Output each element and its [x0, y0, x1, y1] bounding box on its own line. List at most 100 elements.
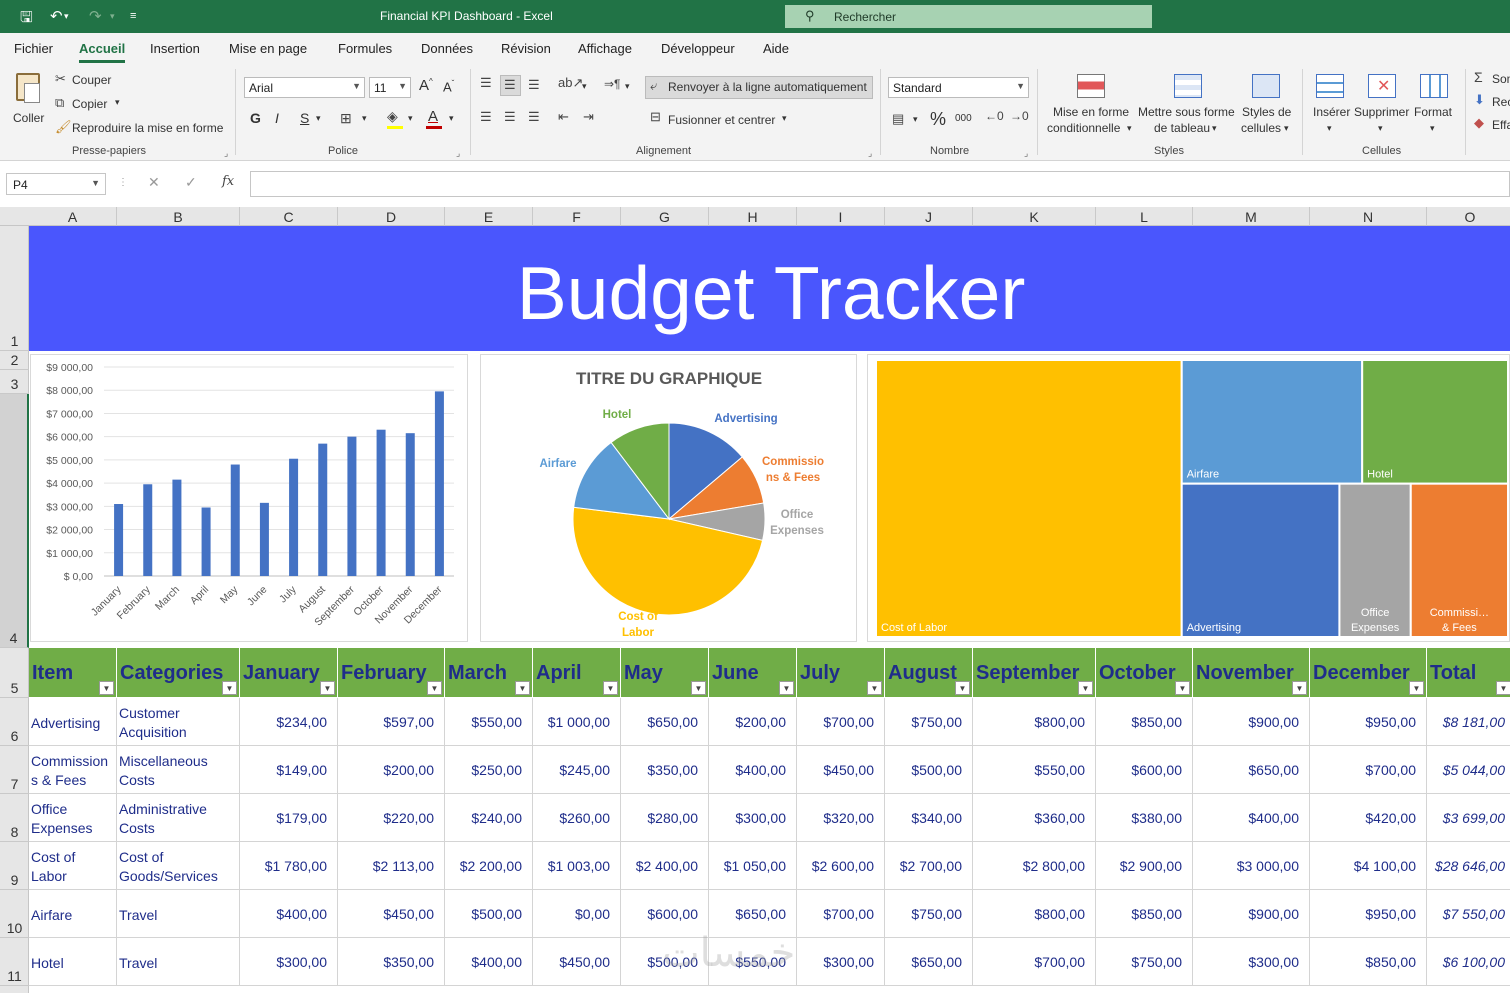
table-cell-value[interactable]: $800,00	[973, 698, 1096, 746]
row-header-2[interactable]: 2	[0, 351, 29, 370]
table-cell-item[interactable]: Commission s & Fees	[29, 746, 117, 794]
italic-button[interactable]: I	[275, 110, 279, 126]
table-cell-value[interactable]: $850,00	[1096, 890, 1193, 938]
fill-icon[interactable]: ⬇	[1474, 92, 1485, 108]
fill-button[interactable]: Rec	[1492, 95, 1510, 109]
table-cell-value[interactable]: $650,00	[885, 938, 973, 986]
delete-cells-button[interactable]: ✕ Supprimer ▾	[1352, 71, 1412, 143]
font-color-dropdown-icon[interactable]: ▾	[449, 113, 454, 124]
align-center-icon[interactable]: ☰	[504, 109, 516, 125]
align-top-icon[interactable]: ☰	[480, 75, 492, 91]
row-header-7[interactable]: 7	[0, 746, 29, 794]
table-cell-value[interactable]: $149,00	[240, 746, 338, 794]
name-box[interactable]: P4 ▼	[6, 173, 106, 195]
table-cell-value[interactable]: $750,00	[1096, 938, 1193, 986]
table-cell-value[interactable]: $600,00	[1096, 746, 1193, 794]
table-cell-value[interactable]: $200,00	[709, 698, 797, 746]
column-header-K[interactable]: K	[973, 207, 1096, 226]
table-cell-item[interactable]: Airfare	[29, 890, 117, 938]
orientation-icon[interactable]: ab↗	[558, 75, 583, 91]
number-format-select[interactable]: Standard ▼	[888, 77, 1029, 98]
column-header-G[interactable]: G	[621, 207, 709, 226]
table-cell-value[interactable]: $0,00	[533, 890, 621, 938]
format-painter-button[interactable]: Reproduire la mise en forme	[72, 121, 223, 135]
table-cell-value[interactable]: $420,00	[1310, 794, 1427, 842]
undo-dropdown-icon[interactable]: ▾	[64, 11, 69, 22]
paragraph-dropdown-icon[interactable]: ▾	[625, 81, 630, 92]
clipboard-dialog-launcher[interactable]: ⌟	[224, 148, 228, 159]
filter-dropdown-icon[interactable]: ▼	[1078, 681, 1093, 695]
table-cell-value[interactable]: $2 113,00	[338, 842, 445, 890]
table-cell-category[interactable]: Travel	[117, 890, 240, 938]
table-cell-value[interactable]: $850,00	[1310, 938, 1427, 986]
table-cell-item[interactable]: Office Expenses	[29, 794, 117, 842]
customize-toolbar-icon[interactable]: ≡	[130, 10, 136, 22]
table-cell-total[interactable]: $3 699,00	[1427, 794, 1510, 842]
treemap-chart[interactable]: Cost of Labor Airfare Hotel Advertising Offi…	[867, 354, 1510, 642]
fill-color-dropdown-icon[interactable]: ▾	[408, 113, 413, 124]
comma-style-button[interactable]: 000	[955, 113, 972, 124]
table-cell-item[interactable]: Advertising	[29, 698, 117, 746]
tab-développeur[interactable]: Développeur	[661, 41, 735, 56]
table-cell-category[interactable]: Administrative Costs	[117, 794, 240, 842]
table-cell-value[interactable]: $1 780,00	[240, 842, 338, 890]
cancel-icon[interactable]: ✕	[148, 174, 160, 191]
table-cell-value[interactable]: $220,00	[338, 794, 445, 842]
bar-march[interactable]	[172, 479, 182, 576]
font-color-icon[interactable]: A	[428, 108, 438, 125]
table-cell-value[interactable]: $2 800,00	[973, 842, 1096, 890]
table-cell-value[interactable]: $650,00	[1193, 746, 1310, 794]
table-cell-value[interactable]: $340,00	[885, 794, 973, 842]
align-bottom-icon[interactable]: ☰	[528, 77, 540, 93]
filter-dropdown-icon[interactable]: ▼	[515, 681, 530, 695]
filter-dropdown-icon[interactable]: ▼	[320, 681, 335, 695]
title-banner[interactable]: Budget Tracker	[29, 226, 1510, 351]
table-cell-value[interactable]: $450,00	[533, 938, 621, 986]
tab-accueil[interactable]: Accueil	[79, 41, 126, 63]
filter-dropdown-icon[interactable]: ▼	[779, 681, 794, 695]
table-cell-value[interactable]: $300,00	[797, 938, 885, 986]
table-cell-value[interactable]: $800,00	[973, 890, 1096, 938]
table-cell-category[interactable]: Travel	[117, 938, 240, 986]
filter-dropdown-icon[interactable]: ▼	[1292, 681, 1307, 695]
table-cell-value[interactable]: $2 600,00	[797, 842, 885, 890]
number-dialog-launcher[interactable]: ⌟	[1024, 148, 1028, 159]
row-header-11[interactable]: 11	[0, 938, 29, 986]
filter-dropdown-icon[interactable]: ▼	[867, 681, 882, 695]
format-as-table-button[interactable]: Mettre sous forme de tableau ▾	[1138, 71, 1238, 143]
filter-dropdown-icon[interactable]: ▼	[1496, 681, 1510, 695]
accounting-format-icon[interactable]: ▤	[892, 111, 904, 127]
table-cell-value[interactable]: $700,00	[797, 698, 885, 746]
copy-button[interactable]: Copier	[72, 97, 107, 111]
tab-formules[interactable]: Formules	[338, 41, 392, 56]
table-cell-value[interactable]: $750,00	[885, 698, 973, 746]
column-header-J[interactable]: J	[885, 207, 973, 226]
fill-color-icon[interactable]: ◈	[387, 108, 398, 125]
table-cell-value[interactable]: $2 200,00	[445, 842, 533, 890]
borders-icon[interactable]: ⊞	[340, 110, 352, 127]
bar-chart[interactable]: $ 0,00 $1 000,00 $2 000,00 $3 000,00 $4 000,…	[30, 354, 468, 642]
bar-july[interactable]	[289, 458, 299, 576]
paste-button[interactable]: Coller	[10, 69, 48, 129]
table-cell-total[interactable]: $8 181,00	[1427, 698, 1510, 746]
row-header-4[interactable]: 4	[0, 394, 29, 648]
shrink-font-icon[interactable]: Aˇ	[443, 79, 454, 94]
align-right-icon[interactable]: ☰	[528, 109, 540, 125]
bar-december[interactable]	[434, 391, 444, 576]
table-cell-value[interactable]: $2 900,00	[1096, 842, 1193, 890]
tab-insertion[interactable]: Insertion	[150, 41, 200, 56]
underline-dropdown-icon[interactable]: ▾	[316, 113, 321, 124]
table-cell-value[interactable]: $300,00	[1193, 938, 1310, 986]
bar-april[interactable]	[201, 507, 211, 576]
row-header-9[interactable]: 9	[0, 842, 29, 890]
column-header-E[interactable]: E	[445, 207, 533, 226]
filter-dropdown-icon[interactable]: ▼	[603, 681, 618, 695]
table-cell-value[interactable]: $500,00	[885, 746, 973, 794]
align-left-icon[interactable]: ☰	[480, 109, 492, 125]
table-cell-value[interactable]: $1 000,00	[533, 698, 621, 746]
table-cell-value[interactable]: $240,00	[445, 794, 533, 842]
table-cell-value[interactable]: $597,00	[338, 698, 445, 746]
table-cell-value[interactable]: $400,00	[1193, 794, 1310, 842]
insert-function-icon[interactable]: fx	[222, 174, 234, 189]
enter-icon[interactable]: ✓	[185, 174, 197, 191]
